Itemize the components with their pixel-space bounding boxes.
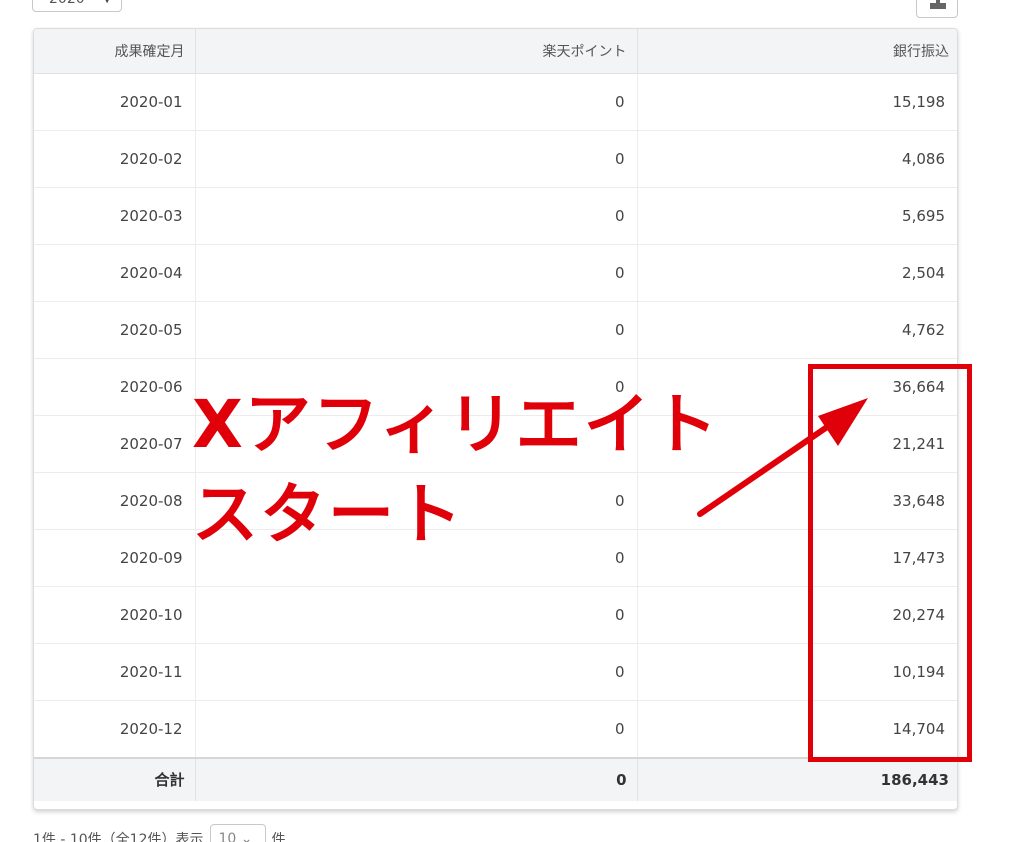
page: 2020 ▼ 成果確定月 楽天ポイント 銀行振込 2020-01015,1982… (0, 0, 1024, 842)
annotation-text: Xアフィリエイト スタート (192, 380, 720, 560)
annotation-line-1: Xアフィリエイト (192, 386, 720, 463)
annotation-line-2: スタート (192, 476, 464, 553)
